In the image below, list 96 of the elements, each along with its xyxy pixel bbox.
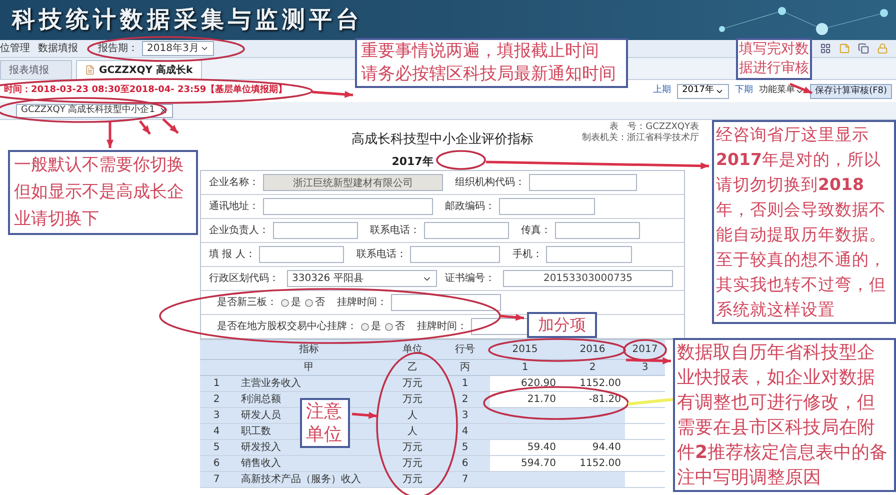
field-label: 企业负责人： <box>209 224 269 238</box>
table-cell-text: 研发投入 <box>241 440 281 455</box>
deadline-text: 时间：2018-03-23 08:30至2018-04- 23:59【基层单位填报期】 <box>4 84 288 98</box>
table-cell-text: 利润总额 <box>241 392 281 407</box>
form-meta: 表 号：GCZZXQY表 <box>610 122 699 132</box>
table-cell[interactable]: 620.90 <box>490 376 560 391</box>
unit-note: 注意单位 <box>300 398 350 448</box>
field-label: 挂牌时间： <box>417 320 467 334</box>
table-cell-text: 甲 <box>304 361 314 375</box>
field-label: 行政区划代码： <box>209 272 279 286</box>
field-label: 填 报 人： <box>209 248 256 262</box>
field-label: 邮政编码： <box>445 200 495 214</box>
table-cell-text: 1 <box>213 377 220 391</box>
function-menu-button[interactable]: 功能菜单 <box>759 84 804 98</box>
table-cell-text: 销售收入 <box>241 456 281 471</box>
table-cell-text: 主营业务收入 <box>241 376 301 391</box>
field-label: 是否新三板： <box>217 296 277 310</box>
table-cell-text: 万元 <box>402 393 422 407</box>
menu-item[interactable]: 位管理 <box>0 41 30 56</box>
tab[interactable]: 报表填报 <box>0 60 72 79</box>
column-header: 行号 <box>455 343 475 357</box>
table-cell-text: 5 <box>462 441 468 455</box>
table-cell-text: 4 <box>213 425 220 439</box>
field-label: 联系电话： <box>356 248 406 262</box>
report-select[interactable]: GCZZXQY 高成长科技型中小企1 <box>16 104 173 118</box>
history-note: 数据取自历年省科技型企业快报表，如企业对数据有调整也可进行修改，但需要在县市区科技局在附件2推荐核定信息表中的备注中写明调整原因 <box>673 338 896 492</box>
table-cell-text: 3 <box>462 409 468 423</box>
field-label: 联系电话： <box>370 224 420 238</box>
table-cell-text: 万元 <box>402 377 422 391</box>
review-note: 填写完对数据进行审核 <box>736 38 812 80</box>
menu-item[interactable]: 数据填报 <box>38 41 78 56</box>
table-cell-text: 人 <box>408 425 418 439</box>
year-select[interactable]: 2017年 <box>677 84 730 98</box>
table-cell-text: 1 <box>522 361 528 375</box>
table-cell-text: 万元 <box>402 473 422 487</box>
table-cell-text: 高新技术产品（服务）收入 <box>241 472 361 487</box>
form-meta: 制表机关：浙江省科学技术厅 <box>582 133 699 144</box>
field-label: 传真： <box>521 224 551 238</box>
field-label: 企业名称： <box>209 176 259 190</box>
save-button[interactable]: 保存计算审核(F8) <box>810 84 892 98</box>
field-label: 挂牌时间： <box>337 296 387 310</box>
radio-option[interactable]: 是 <box>361 319 381 334</box>
table-cell-text: 3 <box>642 361 648 375</box>
note-line: 请务必按辖区科技局最新通知时间 <box>361 63 617 86</box>
table-cell-text: 2 <box>213 393 220 407</box>
table-cell-text: 6 <box>213 457 220 471</box>
form-year: 2017年 <box>392 154 434 170</box>
table-cell-text: 职工数 <box>241 425 271 439</box>
period-label: 报告期： <box>98 42 138 56</box>
switch-note: 一般默认不需要你切换但如显示不是高成长企业请切换下 <box>8 150 198 235</box>
column-header: 2017 <box>632 343 658 357</box>
table-cell-text: 2 <box>462 393 468 407</box>
field-label: 证书编号： <box>445 272 495 286</box>
app-title: 科技统计数据采集与监测平台 <box>12 6 363 35</box>
field-label: 组织机构代码： <box>455 176 525 190</box>
column-header: 2015 <box>512 343 538 357</box>
table-cell-text: 万元 <box>402 441 422 455</box>
radio-option[interactable]: 否 <box>385 319 405 334</box>
table-cell[interactable]: 1152.00 <box>560 376 625 391</box>
table-cell[interactable]: 594.70 <box>490 456 560 471</box>
table-cell-text: 丙 <box>460 361 470 375</box>
bonus-note: 加分项 <box>527 312 597 338</box>
column-header: 指标 <box>299 342 319 357</box>
table-cell-text: 2 <box>589 361 596 375</box>
next-link[interactable]: 下期 <box>735 84 754 98</box>
tab[interactable]: GCZZXQY 高成长k <box>76 60 202 79</box>
table-cell-text: 7 <box>213 473 220 487</box>
table-cell-text: 5 <box>213 441 220 455</box>
table-cell-text: 1 <box>462 377 468 391</box>
table-cell[interactable]: 21.70 <box>490 392 560 407</box>
table-cell-text: 3 <box>213 409 220 423</box>
table-cell[interactable]: 59.40 <box>490 440 560 455</box>
field-label: 通讯地址： <box>209 200 259 214</box>
field-label: 手机： <box>512 248 542 262</box>
field-label: 是否在地方股权交易中心挂牌： <box>217 320 357 334</box>
district-select[interactable]: 330326 平阳县 <box>287 270 437 287</box>
radio-option[interactable]: 是 <box>281 295 301 310</box>
table-cell[interactable]: 94.40 <box>560 440 625 455</box>
year-note: 经咨询省厅这里显示2017年是对的，所以请切勿切换到2018年，否则会导致数据不能自动提取历年数据。至于较真的想不通的，其实我也转不过弯，但系统就这样设置 <box>712 120 896 324</box>
column-header: 2016 <box>580 343 606 357</box>
form-title: 高成长科技型中小企业评价指标 <box>352 131 534 149</box>
radio-option[interactable]: 否 <box>305 295 325 310</box>
table-cell-text: 6 <box>462 457 468 471</box>
column-header: 单位 <box>402 342 422 357</box>
period-select[interactable]: 2018年3月 <box>142 41 214 56</box>
table-cell[interactable]: 1152.00 <box>560 456 625 471</box>
note-line: 重要事情说两遍，填报截止时间 <box>361 40 600 63</box>
table-cell-text: 4 <box>462 425 468 439</box>
table-cell-text: 研发人员 <box>241 409 281 423</box>
table-cell[interactable]: -81.20 <box>560 392 625 407</box>
table-cell-text: 乙 <box>408 361 418 375</box>
input-field[interactable]: 20153303000735 <box>503 270 673 287</box>
table-cell-text: 人 <box>408 409 418 423</box>
table-cell-text: 万元 <box>402 457 422 471</box>
table-cell-text: 7 <box>462 473 468 487</box>
previous-link[interactable]: 上期 <box>653 84 672 98</box>
